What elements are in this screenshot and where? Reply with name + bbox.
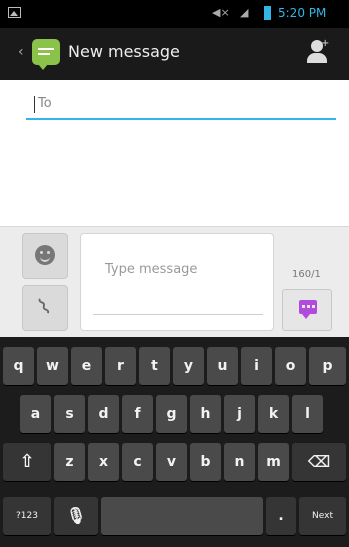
symbols-key[interactable]: ?123	[3, 497, 51, 535]
next-key[interactable]: Next	[299, 497, 346, 535]
backspace-icon: ⌫	[307, 452, 331, 471]
key-i[interactable]: i	[241, 347, 272, 385]
send-icon	[299, 300, 317, 319]
key-d[interactable]: d	[88, 395, 119, 433]
key-x[interactable]: x	[88, 443, 119, 481]
key-s[interactable]: s	[54, 395, 85, 433]
microphone-icon: 🎙	[65, 506, 87, 525]
text-cursor	[34, 96, 35, 113]
smiley-icon	[35, 245, 55, 265]
key-y[interactable]: y	[173, 347, 204, 385]
emoji-button[interactable]	[22, 233, 68, 279]
key-q[interactable]: q	[3, 347, 34, 385]
key-g[interactable]: g	[156, 395, 187, 433]
key-w[interactable]: w	[37, 347, 68, 385]
key-n[interactable]: n	[224, 443, 255, 481]
shift-key[interactable]: ⇧	[3, 443, 51, 481]
attach-button[interactable]: ⌇	[22, 285, 68, 331]
space-key[interactable]	[101, 497, 263, 535]
message-input[interactable]: Type message	[80, 233, 274, 331]
status-bar: ◀× ◢ 5:20 PM	[0, 0, 349, 28]
key-p[interactable]: p	[309, 347, 346, 385]
key-v[interactable]: v	[156, 443, 187, 481]
key-t[interactable]: t	[139, 347, 170, 385]
compose-bar: ⌇ Type message 160/1	[0, 226, 349, 338]
recipient-field[interactable]: To	[26, 90, 336, 120]
key-a[interactable]: a	[20, 395, 51, 433]
key-o[interactable]: o	[275, 347, 306, 385]
message-placeholder: Type message	[105, 262, 198, 277]
back-icon[interactable]: ‹	[18, 44, 24, 60]
recipient-placeholder: To	[38, 96, 52, 111]
send-button[interactable]	[282, 289, 332, 331]
key-e[interactable]: e	[71, 347, 102, 385]
paperclip-icon: ⌇	[33, 294, 56, 322]
key-m[interactable]: m	[258, 443, 289, 481]
keyboard: q w e r t y u i o p a s d f g h j k l ⇧ …	[0, 337, 349, 547]
image-icon	[8, 7, 21, 18]
action-bar: ‹ New message +	[0, 28, 349, 80]
character-counter: 160/1	[292, 269, 321, 280]
key-j[interactable]: j	[224, 395, 255, 433]
mute-icon: ◀×	[212, 6, 230, 19]
signal-icon: ◢	[240, 6, 249, 19]
battery-icon	[264, 6, 271, 20]
add-contact-icon[interactable]: +	[305, 38, 329, 66]
key-l[interactable]: l	[292, 395, 323, 433]
key-r[interactable]: r	[105, 347, 136, 385]
delete-key[interactable]: ⌫	[292, 443, 346, 481]
shift-icon: ⇧	[19, 451, 35, 472]
message-underline	[93, 314, 263, 315]
key-b[interactable]: b	[190, 443, 221, 481]
voice-input-key[interactable]: 🎙	[54, 497, 98, 535]
page-title: New message	[68, 42, 180, 61]
status-time: 5:20 PM	[278, 6, 327, 20]
key-f[interactable]: f	[122, 395, 153, 433]
key-z[interactable]: z	[54, 443, 85, 481]
key-h[interactable]: h	[190, 395, 221, 433]
key-u[interactable]: u	[207, 347, 238, 385]
key-k[interactable]: k	[258, 395, 289, 433]
period-key[interactable]: .	[266, 497, 296, 535]
key-c[interactable]: c	[122, 443, 153, 481]
messaging-icon[interactable]	[32, 39, 60, 70]
